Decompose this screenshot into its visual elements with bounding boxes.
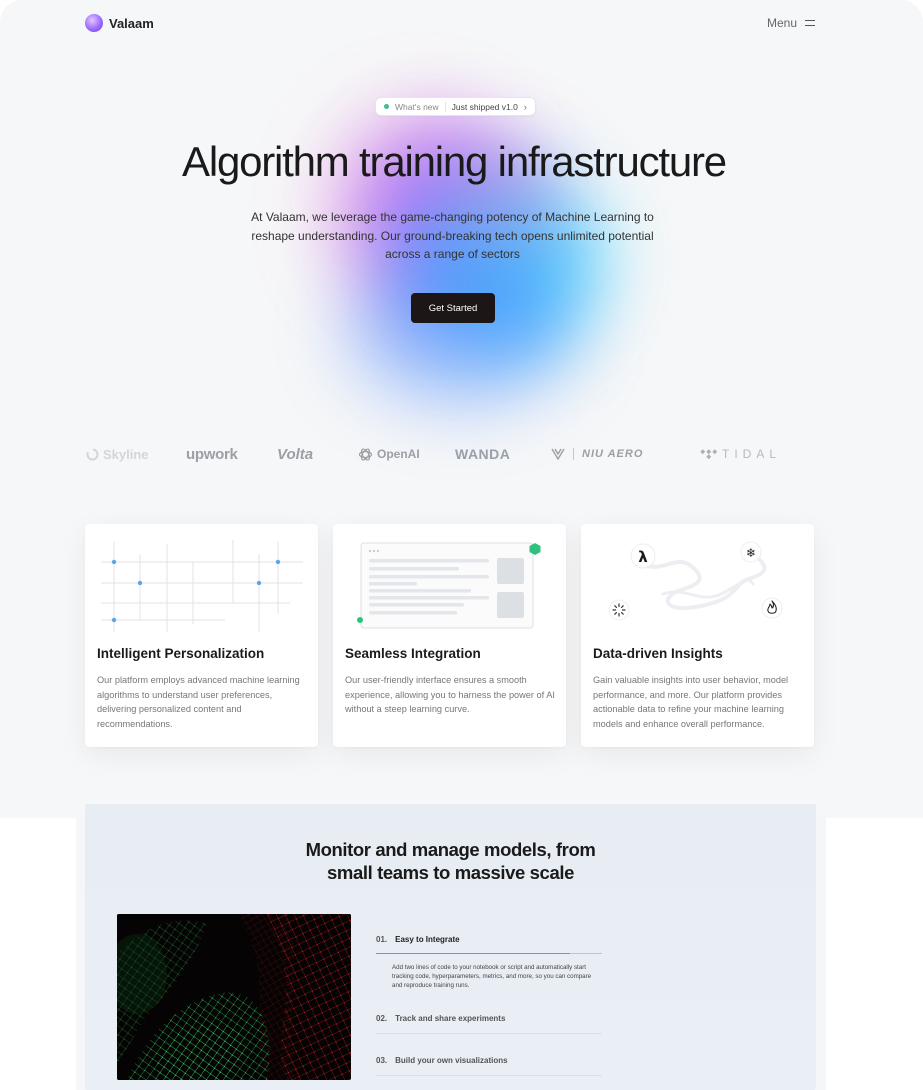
logo-wanda: WANDA [455, 446, 511, 462]
get-started-button[interactable]: Get Started [411, 293, 495, 323]
step-number: 03. [376, 1056, 388, 1065]
menu-button[interactable]: Menu [767, 16, 815, 30]
network-grid-illustration [101, 540, 303, 632]
step-label: Easy to Integrate [395, 935, 460, 944]
card-description: Our platform employs advanced machine le… [97, 675, 300, 729]
hamburger-icon [805, 20, 815, 26]
feature-card-insights: λ ❄ Data-driven Insights Gain valuable i… [581, 524, 814, 747]
step-label: Track and share experiments [395, 1014, 506, 1023]
step-description: Add two lines of code to your notebook o… [392, 964, 592, 989]
card-description: Gain valuable insights into user behavio… [593, 675, 789, 729]
brand-link[interactable]: Valaam [85, 14, 154, 32]
monitor-section: Monitor and manage models, from small te… [85, 804, 816, 1090]
niu-aero-icon [551, 448, 565, 460]
step-progress-bar [376, 953, 570, 954]
card-title: Intelligent Personalization [97, 646, 265, 661]
feature-card-integration: Seamless Integration Our user-friendly i… [333, 524, 566, 747]
snowflake-icon: ❄ [746, 546, 756, 560]
chevron-right-icon: › [523, 101, 527, 112]
gradient-blob [350, 250, 570, 400]
step-item-track-experiments[interactable]: 02. Track and share experiments [376, 1002, 602, 1034]
section-title: Monitor and manage models, from small te… [305, 839, 596, 883]
brand-name: Valaam [109, 15, 154, 31]
card-title: Data-driven Insights [593, 646, 723, 661]
model-visualization-image [117, 914, 351, 1080]
feature-card-personalization: Intelligent Personalization Our platform… [85, 524, 318, 747]
logo-volta: Volta [277, 445, 314, 463]
skyline-icon [86, 448, 99, 460]
top-nav: Valaam Menu [85, 12, 815, 34]
logo-openai: OpenAI [358, 444, 420, 464]
section-edge [816, 818, 826, 1090]
logo-skyline: Skyline [86, 444, 149, 464]
announcement-text: Just shipped v1.0 [451, 101, 518, 112]
logo-tidal: TIDAL [700, 444, 781, 464]
interface-window-illustration [357, 542, 541, 629]
hero-description: At Valaam, we leverage the game-changing… [251, 210, 654, 261]
logo-icon [85, 14, 103, 32]
partner-logos: Skyline upwork Volta OpenAI WANDA NIU AE… [86, 444, 816, 464]
logo-niu-aero: NIU AERO [551, 444, 643, 464]
logo-upwork: upwork [186, 445, 238, 463]
hero-title: Algorithm training infrastructure [182, 138, 727, 185]
announcement-pill[interactable]: What's new Just shipped v1.0 › [375, 97, 536, 116]
step-label: Build your own visualizations [395, 1056, 508, 1065]
step-number: 02. [376, 1014, 388, 1023]
step-item-build-visualizations[interactable]: 03. Build your own visualizations [376, 1044, 602, 1076]
step-number: 01. [376, 935, 388, 944]
tidal-icon [700, 449, 718, 460]
step-item-easy-to-integrate[interactable]: 01. Easy to Integrate [376, 924, 602, 954]
announcement-tag: What's new [395, 101, 446, 112]
feature-steps-list: 01. Easy to Integrate Add two lines of c… [376, 924, 602, 1076]
card-description: Our user-friendly interface ensures a sm… [345, 675, 555, 714]
page: Valaam Menu What's new Just shipped v1.0… [0, 0, 923, 1090]
status-dot-icon [384, 104, 389, 109]
point-cloud-visualization [117, 914, 351, 1080]
card-title: Seamless Integration [345, 646, 481, 661]
hero-section: Valaam Menu What's new Just shipped v1.0… [0, 0, 923, 818]
openai-icon [358, 447, 373, 461]
menu-label: Menu [766, 16, 797, 30]
data-flow-illustration: λ ❄ [608, 541, 783, 621]
lambda-icon: λ [638, 548, 648, 566]
